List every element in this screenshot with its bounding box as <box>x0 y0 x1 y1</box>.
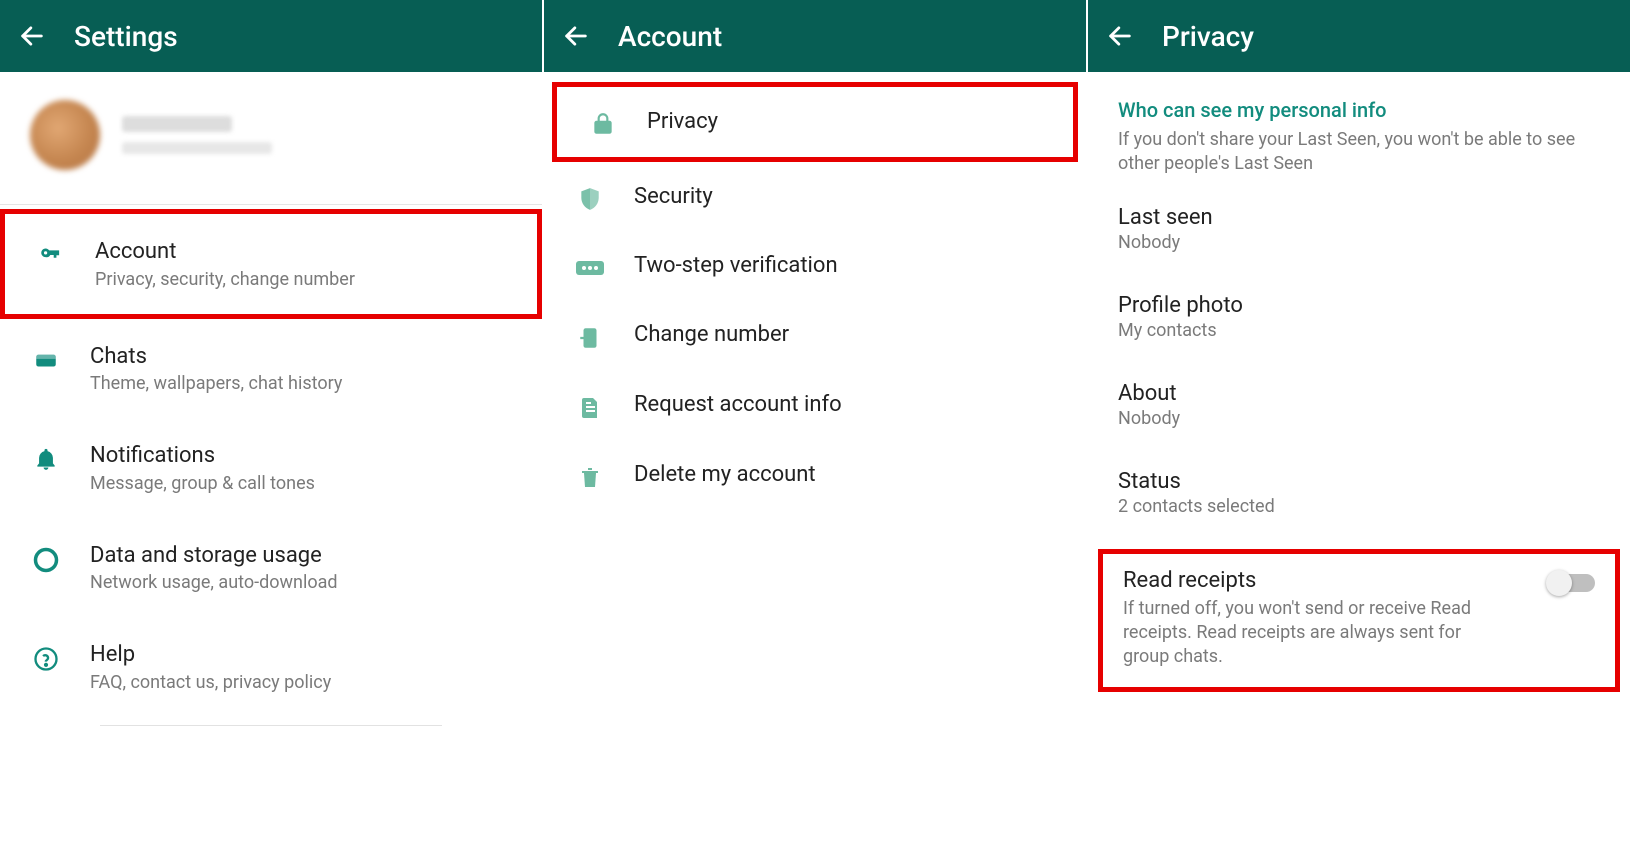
appbar-account: Account <box>544 0 1086 72</box>
privacy-item-value: 2 contacts selected <box>1118 496 1600 517</box>
privacy-item-label: About <box>1118 381 1600 406</box>
appbar-settings: Settings <box>0 0 542 72</box>
settings-item-help[interactable]: Help FAQ, contact us, privacy policy <box>0 617 542 717</box>
settings-item-sub: Privacy, security, change number <box>95 269 355 290</box>
back-button[interactable] <box>18 22 46 50</box>
account-item-security[interactable]: Security <box>544 162 1086 232</box>
help-icon <box>30 641 62 673</box>
account-item-label: Security <box>634 183 713 212</box>
bell-icon <box>30 442 62 472</box>
settings-item-chats[interactable]: Chats Theme, wallpapers, chat history <box>0 319 542 419</box>
settings-item-data[interactable]: Data and storage usage Network usage, au… <box>0 518 542 618</box>
settings-item-sub: Message, group & call tones <box>90 473 315 494</box>
account-item-label: Two-step verification <box>634 252 838 281</box>
privacy-section-sub: If you don't share your Last Seen, you w… <box>1088 128 1630 185</box>
account-item-requestinfo[interactable]: Request account info <box>544 371 1086 441</box>
settings-item-notifications[interactable]: Notifications Message, group & call tone… <box>0 418 542 518</box>
settings-item-label: Notifications <box>90 442 315 471</box>
document-icon <box>574 391 606 421</box>
privacy-read-receipts[interactable]: Read receipts If turned off, you won't s… <box>1098 549 1620 693</box>
settings-item-sub: FAQ, contact us, privacy policy <box>90 672 331 693</box>
settings-item-label: Chats <box>90 343 342 372</box>
settings-item-sub: Network usage, auto-download <box>90 572 338 593</box>
settings-item-account[interactable]: Account Privacy, security, change number <box>0 209 542 319</box>
read-receipts-desc: If turned off, you won't send or receive… <box>1123 597 1503 670</box>
settings-item-sub: Theme, wallpapers, chat history <box>90 373 342 394</box>
privacy-screen: Privacy Who can see my personal info If … <box>1088 0 1632 844</box>
account-item-label: Privacy <box>647 108 718 137</box>
data-usage-icon <box>30 542 62 574</box>
account-item-label: Request account info <box>634 391 842 420</box>
account-screen: Account Privacy Security Two-step verifi… <box>544 0 1088 844</box>
privacy-item-status[interactable]: Status 2 contacts selected <box>1088 449 1630 537</box>
read-receipts-toggle[interactable] <box>1549 574 1595 592</box>
back-button[interactable] <box>1106 22 1134 50</box>
sim-swap-icon <box>574 321 606 351</box>
back-button[interactable] <box>562 22 590 50</box>
account-item-privacy[interactable]: Privacy <box>552 82 1078 162</box>
appbar-title: Account <box>618 20 722 53</box>
trash-icon <box>574 461 606 491</box>
divider <box>100 725 442 726</box>
privacy-item-profilephoto[interactable]: Profile photo My contacts <box>1088 273 1630 361</box>
shield-icon <box>574 182 606 212</box>
lock-icon <box>587 107 619 137</box>
privacy-item-label: Profile photo <box>1118 293 1600 318</box>
privacy-item-label: Last seen <box>1118 205 1600 230</box>
key-icon <box>35 238 67 268</box>
privacy-item-about[interactable]: About Nobody <box>1088 361 1630 449</box>
privacy-item-value: Nobody <box>1118 408 1600 429</box>
read-receipts-label: Read receipts <box>1123 568 1503 593</box>
account-item-twostep[interactable]: Two-step verification <box>544 232 1086 301</box>
account-item-delete[interactable]: Delete my account <box>544 441 1086 511</box>
privacy-item-value: Nobody <box>1118 232 1600 253</box>
account-item-changenumber[interactable]: Change number <box>544 301 1086 371</box>
account-item-label: Delete my account <box>634 461 816 490</box>
settings-item-label: Account <box>95 238 355 267</box>
avatar <box>30 100 100 170</box>
profile-row[interactable] <box>0 72 542 205</box>
appbar-title: Settings <box>74 20 178 53</box>
profile-text <box>122 116 272 154</box>
chats-icon <box>30 343 62 373</box>
settings-screen: Settings Account Privacy, security, chan… <box>0 0 544 844</box>
appbar-title: Privacy <box>1162 20 1254 53</box>
privacy-item-value: My contacts <box>1118 320 1600 341</box>
account-item-label: Change number <box>634 321 789 350</box>
settings-item-label: Help <box>90 641 331 670</box>
appbar-privacy: Privacy <box>1088 0 1630 72</box>
privacy-section-header: Who can see my personal info <box>1088 72 1630 128</box>
privacy-item-label: Status <box>1118 469 1600 494</box>
settings-item-label: Data and storage usage <box>90 542 338 571</box>
password-icon <box>574 254 606 278</box>
privacy-item-lastseen[interactable]: Last seen Nobody <box>1088 185 1630 273</box>
